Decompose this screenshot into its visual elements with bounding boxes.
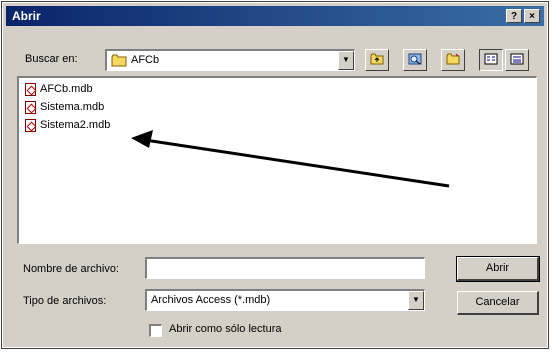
- open-button-label: Abrir: [485, 262, 510, 274]
- help-icon: ?: [510, 11, 518, 22]
- list-view-button[interactable]: [479, 49, 503, 71]
- filetype-label: Tipo de archivos:: [23, 295, 107, 307]
- file-list[interactable]: AFCb.mdb Sistema.mdb Sistema2.mdb: [17, 76, 537, 244]
- details-view-button[interactable]: [505, 49, 529, 71]
- open-dialog: Abrir ? × Buscar en: AFCb ▼ AFCb.mdb Sis…: [1, 1, 549, 349]
- open-button[interactable]: Abrir: [456, 256, 540, 282]
- search-web-button[interactable]: [403, 49, 427, 71]
- cancel-button-label: Cancelar: [475, 296, 520, 308]
- folder-icon: [111, 54, 127, 67]
- new-folder-icon: [446, 53, 460, 65]
- readonly-checkbox[interactable]: [149, 324, 162, 337]
- filetype-combo[interactable]: Archivos Access (*.mdb) ▼: [145, 289, 425, 311]
- help-button[interactable]: ?: [506, 9, 522, 23]
- cancel-button[interactable]: Cancelar: [457, 291, 539, 315]
- web-search-icon: [408, 53, 422, 65]
- title-bar[interactable]: Abrir ? ×: [6, 6, 544, 26]
- lookin-value: AFCb: [131, 54, 160, 66]
- lookin-dropdown-button[interactable]: ▼: [338, 51, 354, 70]
- lookin-label: Buscar en:: [25, 53, 78, 65]
- dialog-title: Abrir: [12, 9, 41, 23]
- readonly-label: Abrir como sólo lectura: [169, 323, 282, 335]
- chevron-down-icon: ▼: [412, 295, 420, 304]
- arrow-annotation: [131, 130, 450, 188]
- details-view-icon: [510, 53, 524, 65]
- filename-field[interactable]: [145, 257, 425, 279]
- create-folder-button[interactable]: [441, 49, 465, 71]
- filetype-dropdown-button[interactable]: ▼: [408, 291, 424, 310]
- chevron-down-icon: ▼: [342, 55, 350, 64]
- filetype-value: Archivos Access (*.mdb): [151, 294, 271, 306]
- close-icon: ×: [529, 11, 535, 22]
- up-one-level-button[interactable]: [365, 49, 389, 71]
- filename-label: Nombre de archivo:: [23, 263, 119, 275]
- lookin-combo[interactable]: AFCb ▼: [105, 49, 355, 71]
- close-button[interactable]: ×: [524, 9, 540, 23]
- up-folder-icon: [370, 53, 384, 65]
- list-view-icon: [484, 53, 498, 65]
